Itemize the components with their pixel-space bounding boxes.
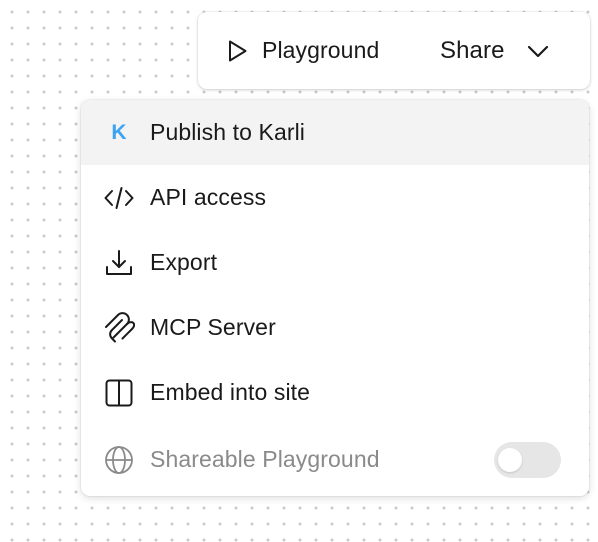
- playground-button[interactable]: Playground: [224, 12, 379, 89]
- menu-item-label: MCP Server: [150, 314, 276, 340]
- menu-item-label: Embed into site: [150, 379, 311, 405]
- globe-icon: [103, 444, 135, 476]
- play-icon: [224, 38, 250, 64]
- top-toolbar: Playground Share: [198, 12, 590, 89]
- menu-item-label: Export: [150, 249, 218, 275]
- menu-item-label: API access: [150, 184, 267, 210]
- share-button[interactable]: Share: [440, 12, 550, 89]
- embed-panel-icon: [103, 377, 135, 409]
- share-menu: K Publish to Karli API access Export MCP…: [81, 100, 589, 496]
- menu-item-export[interactable]: Export: [81, 230, 589, 295]
- shareable-playground-toggle[interactable]: [494, 441, 561, 478]
- menu-item-publish-to-karli[interactable]: K Publish to Karli: [81, 100, 589, 165]
- karli-logo-icon: K: [111, 120, 127, 144]
- menu-item-shareable-playground: Shareable Playground: [81, 427, 589, 492]
- share-label: Share: [440, 36, 505, 64]
- chevron-down-icon: [526, 39, 550, 63]
- menu-item-mcp-server[interactable]: MCP Server: [81, 295, 589, 360]
- toggle-knob: [498, 447, 522, 472]
- playground-label: Playground: [262, 37, 380, 63]
- code-icon: [103, 182, 135, 214]
- download-icon: [103, 247, 135, 279]
- menu-item-label: Shareable Playground: [150, 446, 380, 472]
- menu-item-label: Publish to Karli: [150, 119, 306, 145]
- menu-item-embed-into-site[interactable]: Embed into site: [81, 360, 589, 425]
- menu-item-api-access[interactable]: API access: [81, 165, 589, 230]
- mcp-icon: [103, 311, 135, 344]
